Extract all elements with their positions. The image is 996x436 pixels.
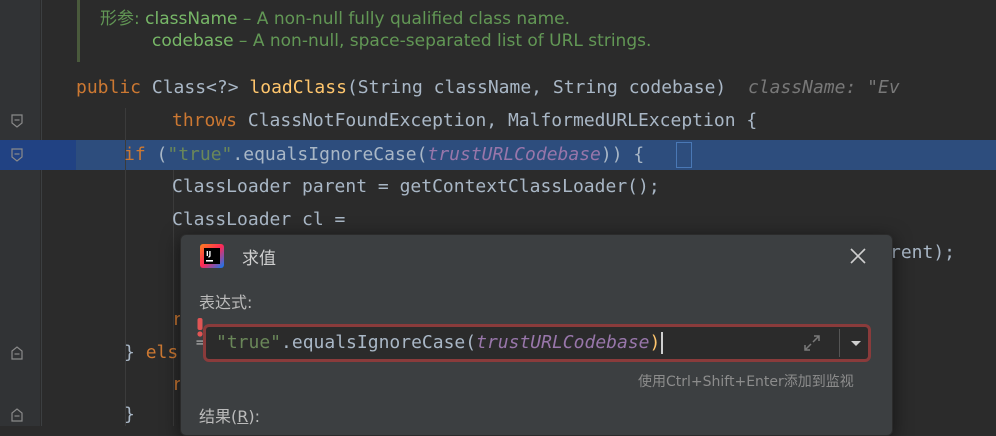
code-text: )) {: [600, 144, 645, 165]
string-literal: "true": [167, 144, 233, 165]
fold-icon[interactable]: [11, 148, 23, 162]
javadoc-param-line: 形参: className – A non-null fully qualifi…: [100, 4, 570, 29]
method-name: loadClass: [249, 77, 347, 98]
code-line-else[interactable]: } els: [124, 338, 178, 368]
keyword: if: [124, 144, 146, 165]
code-line-if-current[interactable]: if ("true".equalsIgnoreCase(trustURLCode…: [124, 140, 644, 170]
fold-icon[interactable]: [11, 114, 23, 128]
javadoc-param-name: codebase: [152, 31, 234, 51]
close-icon[interactable]: [847, 245, 869, 267]
javadoc-param-name: className: [145, 9, 238, 29]
field-name: trustURLCodebase: [476, 332, 650, 353]
code-line-throws[interactable]: throws ClassNotFoundException, Malformed…: [172, 106, 757, 136]
javadoc-bar: [77, 0, 80, 62]
evaluate-dialog[interactable]: IJ 求值 表达式: = "true".equalsIgnoreCase(tru…: [180, 234, 893, 436]
code-text: Class<?>: [141, 77, 250, 98]
brace-match-box: [676, 142, 692, 168]
expression-input[interactable]: "true".equalsIgnoreCase(trustURLCodebase…: [203, 324, 871, 362]
javadoc-params-label: 形参:: [100, 9, 140, 29]
code-text: }: [124, 404, 135, 425]
code-line-tail[interactable]: rent);: [890, 238, 955, 268]
field-name: trustURLCodebase: [427, 144, 601, 165]
javadoc-param-desc: – A non-null, space-separated list of UR…: [233, 31, 652, 51]
code-text: }: [124, 342, 146, 363]
code-text: (: [145, 144, 168, 165]
code-text: .equalsIgnoreCase(: [232, 144, 428, 165]
dropdown-arrow-icon[interactable]: [846, 333, 866, 353]
expand-icon[interactable]: [802, 333, 822, 353]
code-text: (String className, String codebase): [346, 77, 727, 98]
add-to-watches-hint: 使用Ctrl+Shift+Enter添加到监视: [638, 374, 854, 390]
code-text: .equalsIgnoreCase(: [281, 332, 477, 353]
dialog-title: 求值: [242, 249, 276, 269]
text-caret: [661, 332, 664, 354]
result-label-text: 结果(: [199, 407, 238, 426]
code-text: ClassLoader parent = getContextClassLoad…: [172, 176, 660, 197]
input-separator: [839, 329, 840, 357]
svg-text:IJ: IJ: [206, 250, 211, 258]
code-text: rent);: [890, 242, 956, 263]
fold-icon[interactable]: [11, 408, 23, 422]
code-line-method-signature[interactable]: public Class<?> loadClass(String classNa…: [76, 73, 900, 103]
result-mnemonic: R: [237, 407, 249, 426]
result-label-text: ):: [248, 407, 261, 426]
inline-debug-hint: className: "Ev: [747, 77, 900, 98]
javadoc-param-desc: – A non-null fully qualified class name.: [237, 9, 571, 29]
keyword: throws: [172, 110, 238, 131]
string-literal: "true": [216, 332, 282, 353]
result-label: 结果(R):: [199, 403, 260, 427]
code-line-cl[interactable]: ClassLoader cl =: [172, 205, 345, 235]
fold-icon[interactable]: [11, 346, 23, 360]
code-line-parent[interactable]: ClassLoader parent = getContextClassLoad…: [172, 172, 660, 202]
keyword: public: [76, 77, 142, 98]
code-text: ClassNotFoundException, MalformedURLExce…: [237, 110, 758, 131]
keyword: els: [145, 342, 179, 363]
javadoc-param-line: codebase – A non-null, space-separated l…: [152, 31, 651, 51]
expression-label: 表达式:: [199, 293, 253, 312]
editor-gutter: [0, 0, 40, 426]
gutter-divider: [41, 0, 42, 426]
code-text: ClassLoader cl =: [172, 209, 346, 230]
code-text: ): [649, 332, 661, 353]
expression-text[interactable]: "true".equalsIgnoreCase(trustURLCodebase…: [216, 327, 664, 359]
intellij-logo-icon: IJ: [200, 244, 224, 268]
